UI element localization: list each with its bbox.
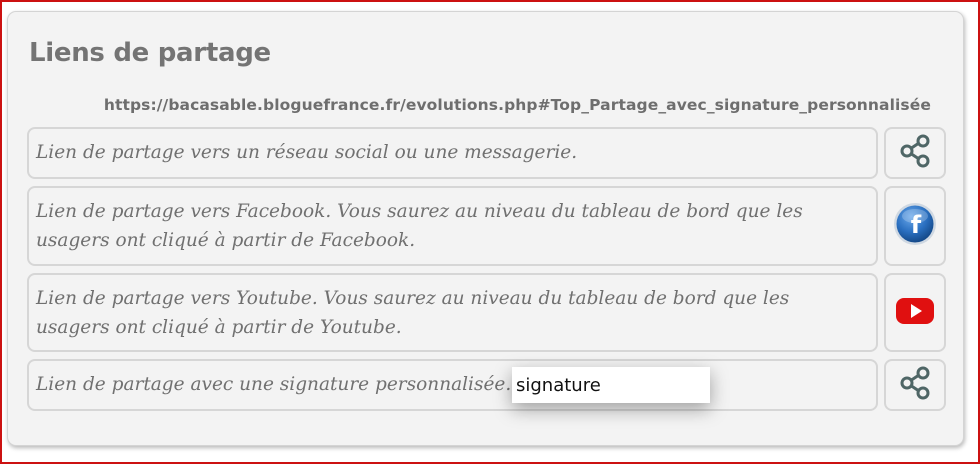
youtube-icon bbox=[895, 296, 935, 330]
share-row-social[interactable]: Lien de partage vers un réseau social ou… bbox=[27, 127, 878, 179]
share-row-facebook[interactable]: Lien de partage vers Facebook. Vous saur… bbox=[27, 186, 878, 266]
share-button[interactable] bbox=[884, 127, 946, 179]
share-icon bbox=[898, 365, 932, 405]
svg-text:f: f bbox=[911, 211, 922, 239]
page-url: https://bacasable.bloguefrance.fr/evolut… bbox=[103, 96, 931, 114]
row-label: Lien de partage avec une signature perso… bbox=[36, 374, 512, 395]
share-row-signature[interactable]: Lien de partage avec une signature perso… bbox=[27, 359, 878, 411]
share-icon bbox=[898, 133, 932, 173]
row-label: Lien de partage vers Youtube. Vous saure… bbox=[36, 288, 790, 338]
youtube-share-button[interactable] bbox=[884, 273, 946, 352]
panel-title: Liens de partage bbox=[29, 38, 271, 68]
share-links-panel: Liens de partage https://bacasable.blogu… bbox=[7, 11, 964, 446]
row-label: Lien de partage vers un réseau social ou… bbox=[36, 142, 578, 163]
share-row-youtube[interactable]: Lien de partage vers Youtube. Vous saure… bbox=[27, 273, 878, 352]
facebook-share-button[interactable]: f bbox=[884, 186, 946, 266]
row-label: Lien de partage vers Facebook. Vous saur… bbox=[36, 201, 803, 251]
facebook-icon: f bbox=[892, 201, 938, 251]
signature-input[interactable] bbox=[512, 367, 710, 403]
signature-share-button[interactable] bbox=[884, 359, 946, 411]
